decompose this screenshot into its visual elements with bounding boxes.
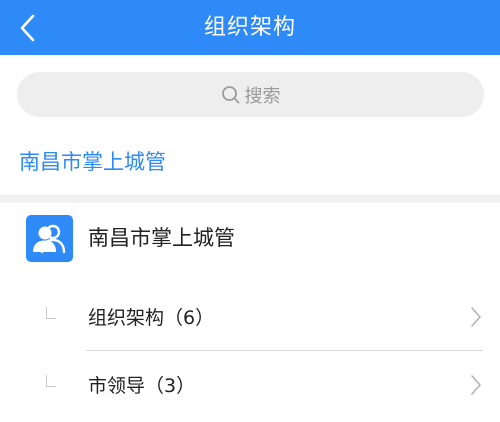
chevron-right-icon [471, 307, 481, 327]
search-icon [221, 85, 239, 103]
app-header: 组织架构 [0, 0, 500, 55]
search-input[interactable]: 搜索 [17, 72, 484, 117]
tree-item-label: 组织架构（6） [88, 307, 215, 329]
org-header-row[interactable]: 南昌市掌上城管 [0, 203, 500, 275]
section-divider [0, 195, 500, 203]
search-placeholder: 搜索 [244, 85, 281, 107]
tree-connector [46, 375, 56, 387]
tree-item-city-leaders[interactable]: 市领导（3） [0, 353, 500, 419]
page-title: 组织架构 [203, 15, 296, 40]
group-users-icon [33, 224, 66, 254]
breadcrumb-org-link[interactable]: 南昌市掌上城管 [19, 146, 166, 178]
row-divider [86, 350, 483, 351]
org-name: 南昌市掌上城管 [88, 226, 235, 250]
tree-item-org-structure[interactable]: 组织架构（6） [0, 285, 500, 351]
tree-item-label: 市领导（3） [88, 375, 196, 397]
avatar [26, 215, 73, 262]
tree-connector [46, 307, 56, 319]
chevron-right-icon [471, 375, 481, 395]
